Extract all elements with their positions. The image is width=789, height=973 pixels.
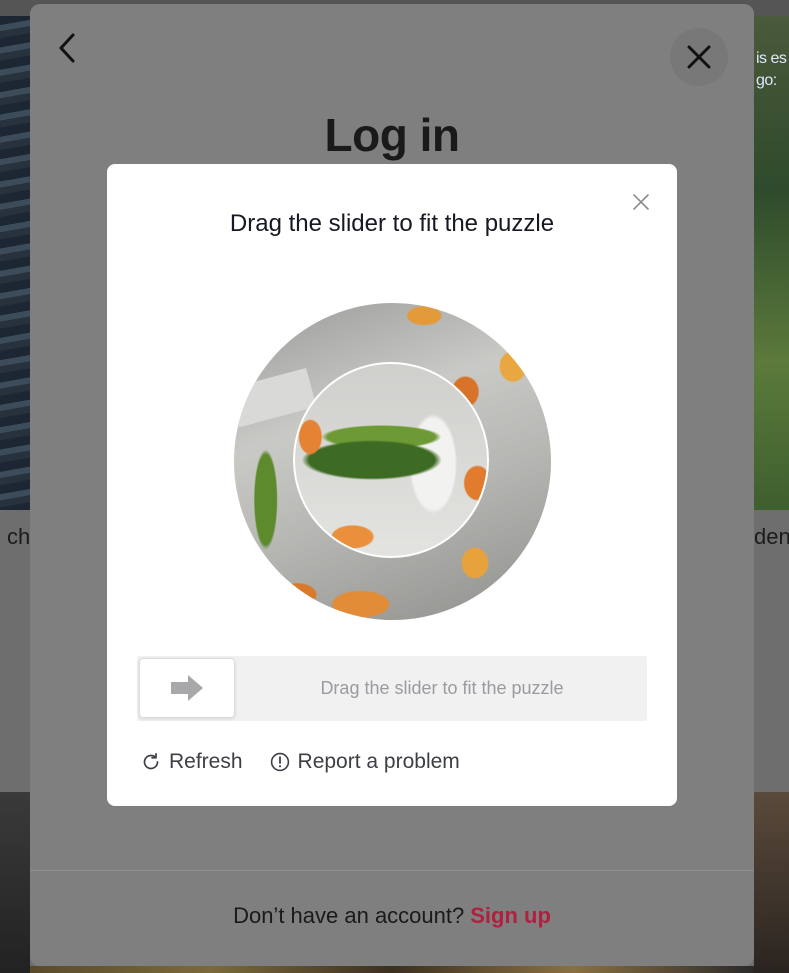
back-button[interactable] bbox=[52, 28, 82, 68]
slider-hint: Drag the slider to fit the puzzle bbox=[320, 678, 564, 698]
background-bottom-right-thumbnail bbox=[754, 792, 789, 973]
slider-handle[interactable] bbox=[139, 658, 235, 718]
report-problem-label: Report a problem bbox=[297, 750, 460, 773]
login-close-button[interactable] bbox=[670, 28, 728, 86]
captcha-title: Drag the slider to fit the puzzle bbox=[229, 210, 555, 237]
page-title: Log in bbox=[324, 109, 460, 161]
puzzle-rotating-piece bbox=[293, 362, 489, 558]
captcha-close-button[interactable] bbox=[631, 192, 651, 212]
background-left-text: ch bbox=[7, 524, 31, 549]
background-right-text: den bbox=[754, 524, 789, 549]
signup-link[interactable]: Sign up bbox=[470, 903, 551, 928]
background-left-video-thumbnail bbox=[0, 16, 30, 510]
slider-track[interactable]: Drag the slider to fit the puzzle bbox=[137, 656, 647, 721]
report-problem-button[interactable]: Report a problem bbox=[270, 750, 460, 774]
alert-circle-icon bbox=[270, 752, 290, 772]
chevron-left-icon bbox=[59, 33, 75, 63]
close-icon bbox=[633, 194, 649, 210]
arrow-right-icon bbox=[171, 675, 203, 701]
close-icon bbox=[687, 45, 711, 69]
signup-row: Don’t have an account? Sign up bbox=[30, 903, 754, 929]
refresh-icon bbox=[141, 752, 161, 772]
background-bottom-left-thumbnail bbox=[0, 792, 30, 973]
captcha-dialog: Drag the slider to fit the puzzle Drag t… bbox=[107, 164, 677, 806]
background-bottom-strip bbox=[30, 966, 754, 973]
signup-prompt: Don’t have an account? bbox=[233, 903, 465, 928]
background-right-caption: is es go: bbox=[756, 50, 787, 89]
divider bbox=[30, 870, 754, 871]
puzzle-area bbox=[234, 303, 551, 620]
refresh-label: Refresh bbox=[169, 750, 243, 773]
captcha-footer: Refresh Report a problem bbox=[141, 749, 460, 775]
refresh-button[interactable]: Refresh bbox=[141, 750, 243, 774]
